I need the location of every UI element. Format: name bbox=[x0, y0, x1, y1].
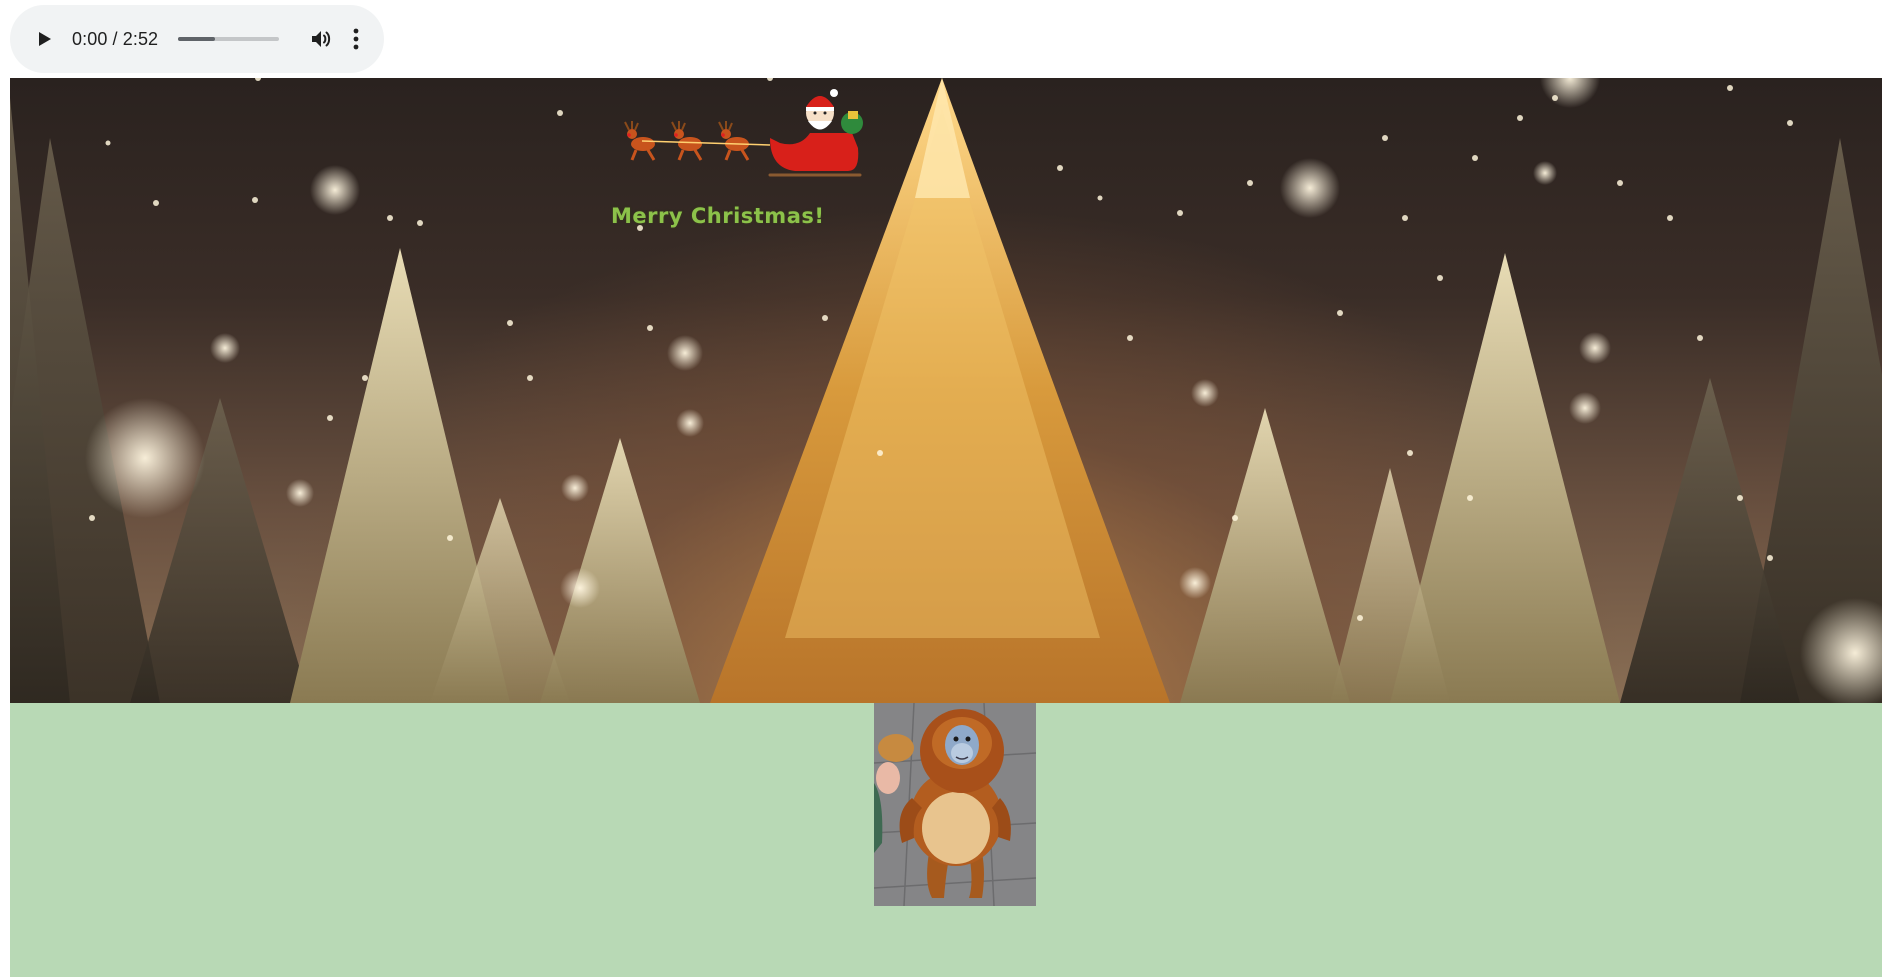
greeting-text: Merry Christmas! bbox=[611, 204, 825, 228]
seek-slider[interactable] bbox=[178, 37, 280, 41]
golden-monkey-photo bbox=[874, 703, 1036, 906]
time-display: 0:00 / 2:52 bbox=[72, 28, 159, 49]
christmas-banner-image: Merry Christmas! bbox=[10, 78, 1882, 703]
more-vertical-icon bbox=[353, 28, 359, 50]
more-options-button[interactable] bbox=[341, 19, 371, 59]
content-area bbox=[10, 703, 1882, 977]
play-button[interactable] bbox=[24, 19, 64, 59]
christmas-trees-scene bbox=[10, 78, 1882, 703]
audio-player: 0:00 / 2:52 bbox=[10, 5, 384, 73]
santa-sleigh-icon bbox=[624, 89, 863, 177]
seek-slider-fill bbox=[178, 37, 215, 41]
volume-icon bbox=[312, 31, 331, 47]
play-icon bbox=[39, 32, 51, 46]
volume-button[interactable] bbox=[301, 19, 341, 59]
